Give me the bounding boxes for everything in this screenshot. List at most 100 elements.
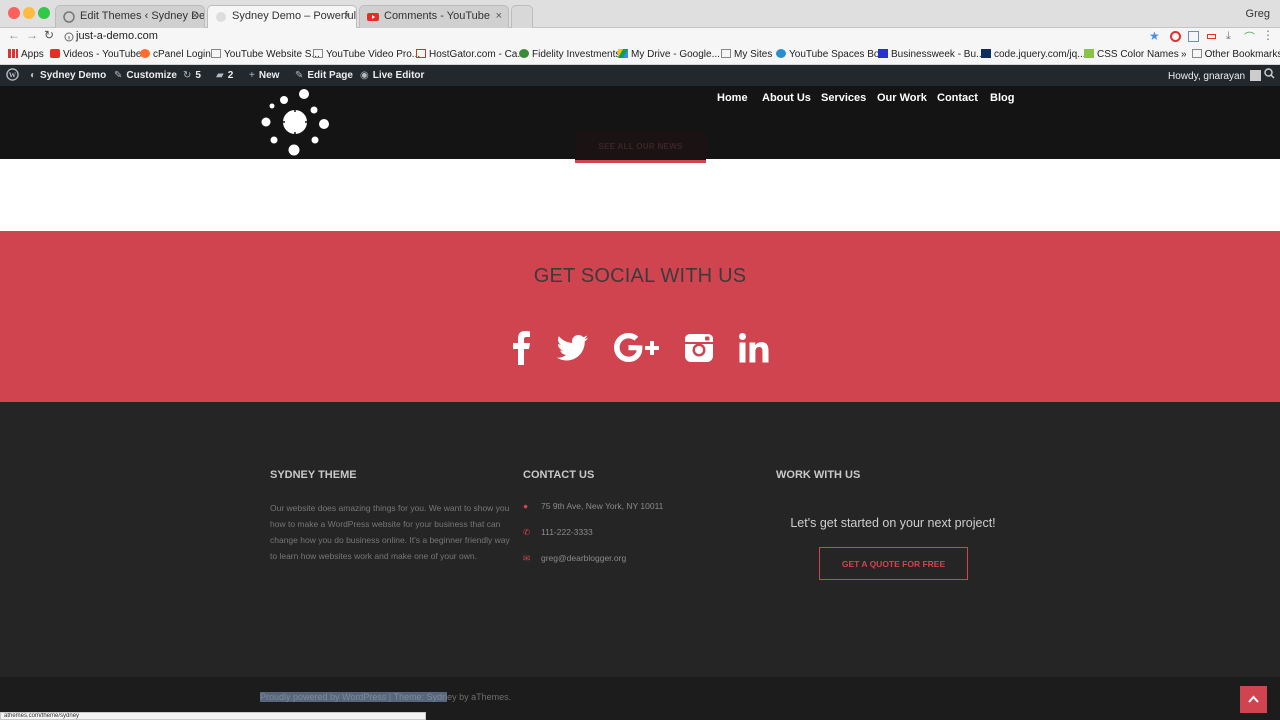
facebook-icon[interactable] — [511, 331, 531, 365]
bookmark-item[interactable]: Businessweek - Bu... — [878, 49, 984, 60]
browser-tab-active[interactable]: Sydney Demo – Powerful busi × — [207, 5, 357, 28]
admin-new[interactable]: + New — [249, 70, 279, 81]
social-section: GET SOCIAL WITH US — [0, 231, 1280, 402]
admin-updates[interactable]: ↻ 5 — [183, 70, 201, 81]
nav-contact[interactable]: Contact — [937, 92, 978, 104]
credit-text: ey by aThemes. — [447, 692, 512, 702]
wordpress-logo-icon[interactable]: W — [6, 68, 19, 84]
scroll-to-top-button[interactable] — [1240, 686, 1267, 713]
footer-cta-text: Let's get started on your next project! — [790, 516, 996, 530]
bookmark-item[interactable]: My Sites — [721, 49, 772, 60]
bookmark-star-icon[interactable]: ★ — [1149, 29, 1160, 43]
extension-icon[interactable]: ⌒ — [1244, 29, 1255, 45]
close-tab-icon[interactable]: × — [344, 10, 350, 22]
bookmark-item[interactable]: YouTube Website S... — [211, 49, 320, 60]
new-tab-button[interactable] — [511, 5, 533, 28]
wordpress-favicon-icon — [63, 11, 75, 23]
dashboard-icon: ◐ — [30, 70, 37, 81]
bookmark-item[interactable]: YouTube Video Pro... — [313, 49, 420, 60]
bookmark-item[interactable]: My Drive - Google... — [618, 49, 720, 60]
contact-email[interactable]: ✉ greg@dearblogger.org — [523, 553, 626, 564]
fidelity-icon — [519, 49, 529, 58]
browser-tab[interactable]: Edit Themes ‹ Sydney Demo — × — [55, 5, 205, 28]
admin-edit-page[interactable]: ✎ Edit Page — [295, 70, 353, 81]
google-plus-icon[interactable] — [614, 331, 659, 365]
apps-grid-icon — [8, 49, 18, 58]
admin-account[interactable]: Howdy, gnarayan — [1168, 70, 1262, 82]
admin-site-name[interactable]: ◐ Sydney Demo — [30, 70, 106, 81]
close-tab-icon[interactable]: × — [496, 10, 502, 22]
browser-tab-strip: Edit Themes ‹ Sydney Demo — × Sydney Dem… — [0, 0, 1280, 28]
bookmark-item[interactable]: Videos - YouTube — [50, 49, 141, 60]
footer-credit[interactable]: Proudly powered by WordPress | Theme: Sy… — [260, 692, 511, 702]
comment-icon: ▰ — [216, 70, 224, 81]
nav-blog[interactable]: Blog — [990, 92, 1014, 104]
forward-arrow-icon[interactable]: → — [26, 28, 38, 42]
youtube-icon — [50, 49, 60, 58]
menu-icon[interactable]: ⋮ — [1262, 28, 1274, 42]
admin-comments[interactable]: ▰ 2 — [216, 70, 233, 81]
envelope-icon: ✉ — [523, 553, 531, 563]
bookmarks-bar: Apps Videos - YouTube cPanel Login YouTu… — [0, 46, 1280, 65]
nav-about-us[interactable]: About Us — [762, 92, 811, 104]
contact-phone: ✆ 111-222-3333 — [523, 527, 593, 537]
back-arrow-icon[interactable]: ← — [8, 28, 20, 42]
folder-icon — [211, 49, 221, 58]
nav-our-work[interactable]: Our Work — [877, 92, 927, 104]
businessweek-icon — [878, 49, 888, 58]
profile-name[interactable]: Greg — [1246, 8, 1270, 20]
css-icon — [1084, 49, 1094, 58]
info-icon[interactable] — [64, 32, 74, 42]
nav-home[interactable]: Home — [717, 92, 748, 104]
site-header: Home About Us Services Our Work Contact … — [0, 86, 1280, 163]
footer-about-text: Our website does amazing things for you.… — [270, 503, 510, 561]
download-icon[interactable]: ⤓ — [1226, 30, 1231, 43]
avatar — [1250, 70, 1262, 81]
map-marker-icon: ● — [523, 501, 529, 511]
site-logo[interactable] — [258, 88, 332, 158]
page-favicon-icon — [216, 12, 226, 22]
bookmark-item[interactable]: code.jquery.com/jq... — [981, 49, 1086, 60]
svg-text:W: W — [9, 70, 17, 79]
close-window-icon[interactable] — [8, 7, 20, 19]
site-footer: SYDNEY THEME Our website does amazing th… — [0, 402, 1280, 677]
admin-live-editor[interactable]: ◉ Live Editor — [360, 70, 424, 81]
cpanel-icon — [140, 49, 150, 58]
reload-icon[interactable]: ↻ — [44, 28, 54, 42]
instagram-icon[interactable] — [684, 331, 714, 365]
google-drive-icon — [618, 49, 628, 58]
close-tab-icon[interactable]: × — [192, 10, 198, 22]
bookmark-item[interactable]: CSS Color Names — [1084, 49, 1179, 60]
bookmark-item[interactable]: YouTube Spaces Bo... — [776, 49, 888, 60]
folder-icon — [313, 49, 323, 58]
get-quote-button[interactable]: GET A QUOTE FOR FREE — [819, 547, 968, 580]
bookmark-item[interactable]: cPanel Login — [140, 49, 211, 60]
minimize-window-icon[interactable] — [23, 7, 35, 19]
twitter-icon[interactable] — [557, 331, 589, 365]
contact-address: ● 75 9th Ave, New York, NY 10011 — [523, 501, 664, 511]
credit-selected-text: Proudly powered by WordPress | Theme: Sy… — [260, 692, 448, 702]
bookmark-item[interactable]: Fidelity Investments — [519, 49, 620, 60]
see-all-news-button[interactable]: SEE ALL OUR NEWS — [575, 131, 706, 163]
extension-icon[interactable] — [1207, 34, 1216, 39]
bookmark-item[interactable]: HostGator.com - Ca... — [416, 49, 526, 60]
search-icon[interactable] — [1264, 68, 1275, 82]
updates-icon: ↻ — [183, 70, 192, 81]
footer-contact-heading: CONTACT US — [523, 469, 595, 481]
url-field[interactable]: just-a-demo.com — [62, 29, 1162, 45]
browser-tab[interactable]: Comments - YouTube × — [359, 5, 509, 28]
admin-customize[interactable]: ✎ Customize — [114, 70, 177, 81]
maximize-window-icon[interactable] — [38, 7, 50, 19]
hostgator-icon — [416, 49, 426, 58]
nav-services[interactable]: Services — [821, 92, 866, 104]
other-bookmarks[interactable]: » Other Bookmarks — [1181, 49, 1280, 60]
folder-icon — [1191, 49, 1202, 58]
wp-admin-bar: W ◐ Sydney Demo ✎ Customize ↻ 5 ▰ 2 + New ✎ Ed… — [0, 65, 1280, 86]
linkedin-icon[interactable] — [739, 331, 769, 365]
youtube-spaces-icon — [776, 49, 786, 58]
social-title: GET SOCIAL WITH US — [533, 265, 747, 287]
status-bar-url: athemes.com/theme/sydney — [0, 712, 426, 720]
extension-icon[interactable] — [1170, 31, 1181, 42]
extension-icon[interactable] — [1188, 31, 1199, 42]
bookmark-apps[interactable]: Apps — [8, 49, 44, 60]
